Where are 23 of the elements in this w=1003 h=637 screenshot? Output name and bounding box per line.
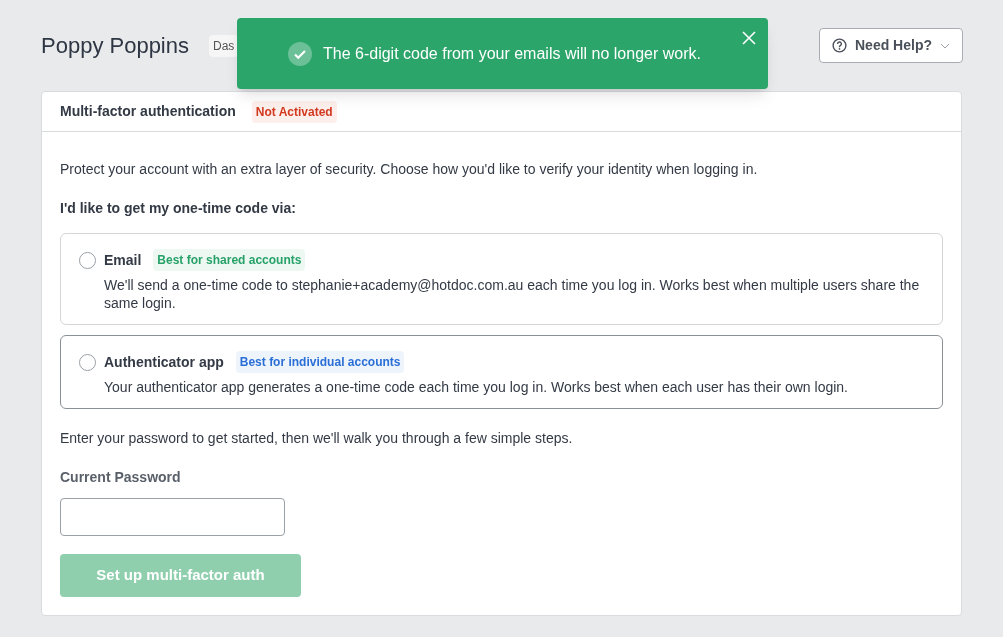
intro-text: Protect your account with an extra layer of security. Choose how you'd like to verify your identity when logging in. — [60, 160, 759, 179]
close-button[interactable] — [742, 30, 758, 46]
help-icon — [832, 38, 847, 53]
option-card[interactable]: Email Best for shared accounts We'll send a one-time code to stephanie+academy@hotdoc.com.au each time you log in. Works best when multiple users share the same login. — [60, 233, 943, 325]
chevron-down-icon — [940, 42, 950, 49]
option-tag: Best for shared accounts — [153, 249, 306, 271]
option-card[interactable]: Authenticator app Best for individual accounts Your authenticator app generates a one-time code each time you log in. Works best when each user has their own login. — [60, 335, 943, 409]
option-label: Authenticator app — [104, 352, 224, 372]
check-icon — [288, 41, 312, 66]
hint-text: Enter your password to get started, then we'll walk you through a few simple steps. — [60, 429, 574, 448]
help-button[interactable]: Need Help? — [819, 28, 963, 63]
card-title: Multi-factor authentication — [60, 102, 236, 121]
option-label: Email — [104, 250, 142, 270]
toast-message: The 6-digit code from your emails will no longer work. — [323, 43, 701, 64]
option-tag: Best for individual accounts — [235, 351, 405, 373]
option-description: We'll send a one-time code to stephanie+academy@hotdoc.com.au each time you log in. Works best when multiple users share the same login. — [103, 276, 921, 312]
page-title: Poppy Poppins — [41, 32, 189, 60]
page-tag: Das — [209, 34, 239, 57]
field-label: Current Password — [60, 468, 182, 487]
question-text: I'd like to get my one-time code via: — [60, 199, 297, 218]
option-description: Your authenticator app generates a one-time code each time you log in. Works best when each user has their own login. — [103, 378, 849, 396]
password-field[interactable] — [60, 498, 285, 536]
status-tag: Not Activated — [251, 100, 337, 123]
